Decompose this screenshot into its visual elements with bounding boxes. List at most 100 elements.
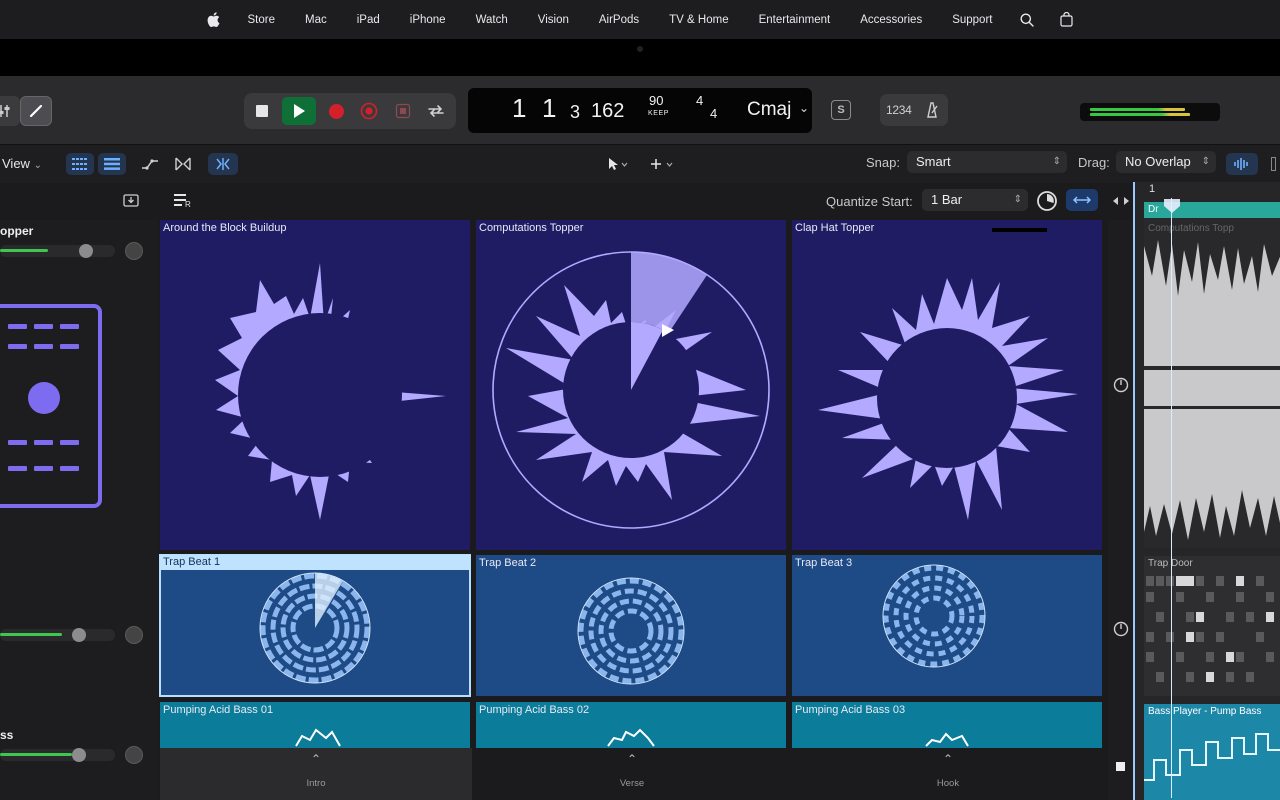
grid-view-button[interactable]: [66, 153, 94, 175]
nav-accessories[interactable]: Accessories: [845, 14, 937, 26]
pan-knob-2[interactable]: [125, 626, 143, 644]
pencil-tool-button[interactable]: [20, 96, 52, 126]
cell-pumping-acid-bass-02[interactable]: Pumping Acid Bass 02: [476, 702, 786, 748]
view-chevron-down-icon: ⌄: [33, 160, 42, 171]
record-button[interactable]: [322, 97, 350, 125]
pad-icon: [8, 324, 27, 329]
nav-vision[interactable]: Vision: [523, 14, 584, 26]
nav-support[interactable]: Support: [937, 14, 1007, 26]
cell-pumping-acid-bass-01[interactable]: Pumping Acid Bass 01: [160, 702, 470, 748]
left-click-tool-menu[interactable]: [600, 153, 634, 175]
scene-trigger-verse[interactable]: ⌃ Verse: [476, 748, 788, 800]
flex-button[interactable]: [170, 153, 196, 175]
cell-computations-topper[interactable]: Computations Topper: [476, 220, 786, 550]
pan-knob-3[interactable]: [125, 746, 143, 764]
quantize-start-popup[interactable]: 1 Bar ⇕: [922, 189, 1028, 211]
drag-popup[interactable]: No Overlap ⇕: [1116, 151, 1216, 173]
score-button[interactable]: S: [831, 100, 851, 120]
cell-clap-hat-topper[interactable]: Clap Hat Topper: [792, 220, 1102, 550]
metronome-icon[interactable]: [923, 101, 941, 119]
track-name-1[interactable]: opper: [0, 224, 33, 238]
add-scene-button[interactable]: [118, 189, 144, 211]
cell-label: Pumping Acid Bass 03: [795, 704, 906, 716]
bass-notes-icon: [1144, 733, 1280, 781]
scene-trigger-hook[interactable]: ⌃ Hook: [792, 748, 1104, 800]
cell-trap-beat-3[interactable]: Trap Beat 3: [792, 555, 1102, 696]
automation-button[interactable]: [137, 153, 163, 175]
track-name-3[interactable]: ss: [0, 728, 13, 742]
quantize-start-label: Quantize Start:: [826, 194, 913, 209]
chevron-up-icon: ⌃: [310, 752, 322, 766]
midi-region-trap-door[interactable]: Trap Door: [1144, 556, 1280, 696]
audio-region-computations[interactable]: Computations Topp: [1144, 218, 1280, 548]
quantize-progress-icon[interactable]: [1036, 190, 1058, 212]
stop-button[interactable]: [248, 97, 276, 125]
snap-popup[interactable]: Smart ⇕: [907, 151, 1067, 173]
midi-region-bass-player[interactable]: Bass Player - Pump Bass: [1144, 704, 1280, 800]
lcd-chevron-down-icon[interactable]: ⌄: [799, 101, 809, 115]
cell-around-the-block-buildup[interactable]: Around the Block Buildup: [160, 220, 470, 550]
track-stop-icon[interactable]: [1113, 377, 1129, 393]
pad-icon: [60, 324, 79, 329]
stop-all-icon[interactable]: [1116, 762, 1125, 771]
snap-label: Snap:: [866, 155, 900, 170]
bag-icon[interactable]: [1047, 12, 1086, 27]
pad-icon: [34, 344, 53, 349]
nav-mac[interactable]: Mac: [290, 14, 342, 26]
replace-mode-button[interactable]: [389, 97, 417, 125]
playhead-handle-icon[interactable]: [1163, 198, 1181, 214]
track-stop-icon[interactable]: [1113, 621, 1129, 637]
capture-recording-button[interactable]: [355, 97, 383, 125]
nav-iphone[interactable]: iPhone: [395, 14, 461, 26]
region-sub-label: Computations Topp: [1148, 223, 1234, 234]
pad-icon: [8, 344, 27, 349]
lcd-key: Cmaj: [747, 99, 792, 120]
snap-value: Smart: [916, 154, 951, 169]
count-in-button[interactable]: 1234: [886, 103, 912, 117]
nav-tv-home[interactable]: TV & Home: [654, 14, 743, 26]
cell-label: Clap Hat Topper: [795, 222, 875, 234]
cell-trap-beat-1[interactable]: Trap Beat 1: [159, 554, 471, 697]
catch-button[interactable]: [208, 153, 238, 175]
nav-airpods[interactable]: AirPods: [584, 14, 654, 26]
cmd-click-tool-menu[interactable]: [644, 153, 680, 175]
apple-global-nav: Store Mac iPad iPhone Watch Vision AirPo…: [0, 0, 1280, 39]
volume-knob-3[interactable]: [72, 748, 86, 762]
arrows-horizontal-icon: [1073, 196, 1091, 204]
playhead[interactable]: [1171, 198, 1172, 798]
lcd-signature-bottom: 4: [710, 106, 718, 121]
cell-trap-beat-2[interactable]: Trap Beat 2: [476, 555, 786, 696]
pad-circle-icon: [28, 382, 60, 414]
cell-pumping-acid-bass-03[interactable]: Pumping Acid Bass 03: [792, 702, 1102, 748]
pad-icon: [34, 440, 53, 445]
video-top-band: [0, 39, 1280, 76]
cell-label: Around the Block Buildup: [163, 222, 287, 234]
nav-entertainment[interactable]: Entertainment: [744, 14, 846, 26]
volume-level-1: [0, 249, 48, 252]
waveform-zoom-button[interactable]: [1226, 153, 1258, 175]
play-button[interactable]: [282, 97, 316, 125]
waveform-icon: [1234, 158, 1248, 170]
nav-store[interactable]: Store: [233, 14, 291, 26]
scene-trigger-intro[interactable]: ⌃ Intro: [160, 748, 472, 800]
view-menu[interactable]: View ⌄: [2, 156, 42, 171]
cycle-button[interactable]: [422, 97, 450, 125]
lcd-display[interactable]: 1 1 3 162 90 KEEP 4 4 Cmaj ⌄: [467, 87, 813, 134]
pan-knob-1[interactable]: [125, 242, 143, 260]
nav-watch[interactable]: Watch: [461, 14, 523, 26]
ruler-bar-number: 1: [1149, 183, 1156, 195]
tracks-view-button[interactable]: [98, 153, 126, 175]
apple-logo-icon[interactable]: [194, 12, 233, 27]
expand-button[interactable]: [1066, 189, 1098, 211]
extra-toolbar-button[interactable]: [1266, 153, 1280, 175]
volume-knob-2[interactable]: [72, 628, 86, 642]
lcd-tempo-mode: KEEP: [648, 110, 670, 117]
nav-ipad[interactable]: iPad: [342, 14, 395, 26]
search-icon[interactable]: [1007, 13, 1047, 27]
volume-knob-1[interactable]: [79, 244, 93, 258]
mixer-icon[interactable]: [0, 96, 20, 126]
cell-list-button[interactable]: R: [170, 189, 196, 211]
circular-waveform-icon: [492, 251, 770, 529]
list-edit-icon: R: [174, 194, 191, 207]
divider-arrows-icon[interactable]: [1112, 195, 1130, 207]
